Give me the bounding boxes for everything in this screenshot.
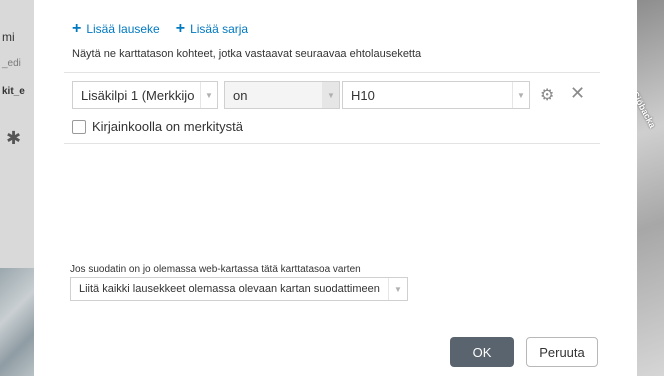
background-map: Sjöbacka bbox=[637, 0, 664, 376]
add-clause-button[interactable]: + Lisää lauseke bbox=[72, 20, 160, 37]
close-icon[interactable]: ✕ bbox=[570, 83, 585, 104]
ok-button[interactable]: OK bbox=[450, 337, 514, 367]
field-select-value: Lisäkilpi 1 (Merkkijo bbox=[81, 87, 195, 103]
add-clause-label: Lisää lauseke bbox=[86, 22, 160, 36]
background-label: kit_e bbox=[2, 86, 25, 97]
case-sensitive-option[interactable]: Kirjainkoolla on merkitystä bbox=[72, 119, 243, 134]
operator-select[interactable]: on ▼ bbox=[224, 81, 340, 109]
value-input[interactable]: H10 ▼ bbox=[342, 81, 530, 109]
case-sensitive-checkbox[interactable] bbox=[72, 119, 86, 134]
chevron-down-icon: ▼ bbox=[200, 82, 217, 108]
merge-option-select[interactable]: Liitä kaikki lausekkeet olemassa olevaan… bbox=[70, 277, 408, 301]
field-select[interactable]: Lisäkilpi 1 (Merkkijo ▼ bbox=[72, 81, 218, 109]
background-label: _edi bbox=[2, 58, 21, 69]
plus-icon: + bbox=[72, 20, 82, 37]
add-set-label: Lisää sarja bbox=[190, 22, 249, 36]
filter-description: Näytä ne karttatason kohteet, jotka vast… bbox=[72, 48, 422, 60]
background-app-panel: mi _edi kit_e ✱ bbox=[0, 0, 34, 376]
filter-dialog: + Lisää lauseke + Lisää sarja Näytä ne k… bbox=[34, 0, 637, 376]
map-road-label: Sjöbacka bbox=[637, 90, 658, 130]
case-sensitive-label: Kirjainkoolla on merkitystä bbox=[92, 119, 244, 134]
plus-icon: + bbox=[175, 20, 186, 37]
chevron-down-icon: ▼ bbox=[322, 82, 339, 108]
chevron-down-icon: ▼ bbox=[512, 82, 529, 108]
value-input-value: H10 bbox=[351, 87, 375, 103]
background-image bbox=[0, 268, 34, 376]
add-set-button[interactable]: + Lisää sarja bbox=[175, 20, 249, 37]
cancel-button[interactable]: Peruuta bbox=[526, 337, 598, 367]
puzzle-icon: ✱ bbox=[6, 128, 22, 148]
filter-clause: Lisäkilpi 1 (Merkkijo ▼ on ▼ H10 ▼ ⚙ ✕ K… bbox=[64, 72, 600, 144]
merge-option-label: Jos suodatin on jo olemassa web-kartassa… bbox=[70, 264, 361, 275]
filter-toolbar: + Lisää lauseke + Lisää sarja bbox=[72, 20, 249, 37]
operator-select-value: on bbox=[233, 87, 248, 103]
merge-option-value: Liitä kaikki lausekkeet olemassa olevaan… bbox=[79, 283, 380, 295]
gear-icon[interactable]: ⚙ bbox=[540, 85, 554, 105]
background-label: mi bbox=[2, 30, 15, 44]
chevron-down-icon: ▼ bbox=[388, 278, 407, 300]
